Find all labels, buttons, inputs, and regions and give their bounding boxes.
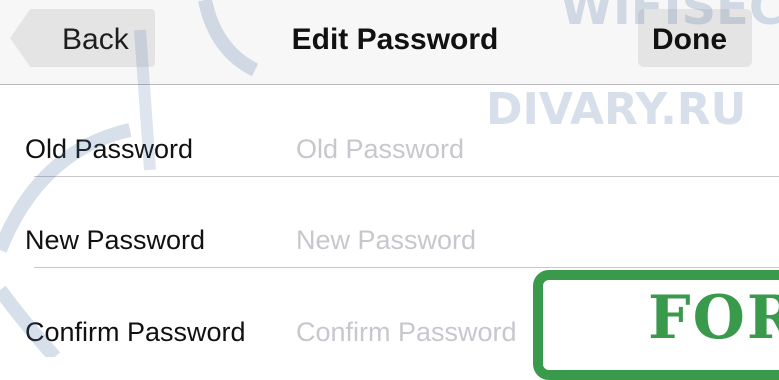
new-password-label: New Password (25, 225, 206, 255)
row-separator (34, 267, 779, 268)
confirm-password-field[interactable] (296, 314, 736, 350)
confirm-password-row: Confirm Password (0, 287, 779, 375)
new-password-field[interactable] (296, 222, 736, 258)
old-password-field[interactable] (296, 131, 736, 167)
old-password-label: Old Password (25, 134, 194, 164)
confirm-password-label: Confirm Password (25, 317, 246, 347)
back-button-label[interactable]: Back (62, 22, 129, 58)
row-separator (34, 176, 779, 177)
page-title: Edit Password (291, 23, 499, 56)
done-button-label[interactable]: Done (652, 22, 727, 58)
new-password-row: New Password (0, 196, 779, 284)
navigation-bar: Back Edit Password Done (0, 0, 779, 85)
old-password-row: Old Password (0, 104, 779, 192)
